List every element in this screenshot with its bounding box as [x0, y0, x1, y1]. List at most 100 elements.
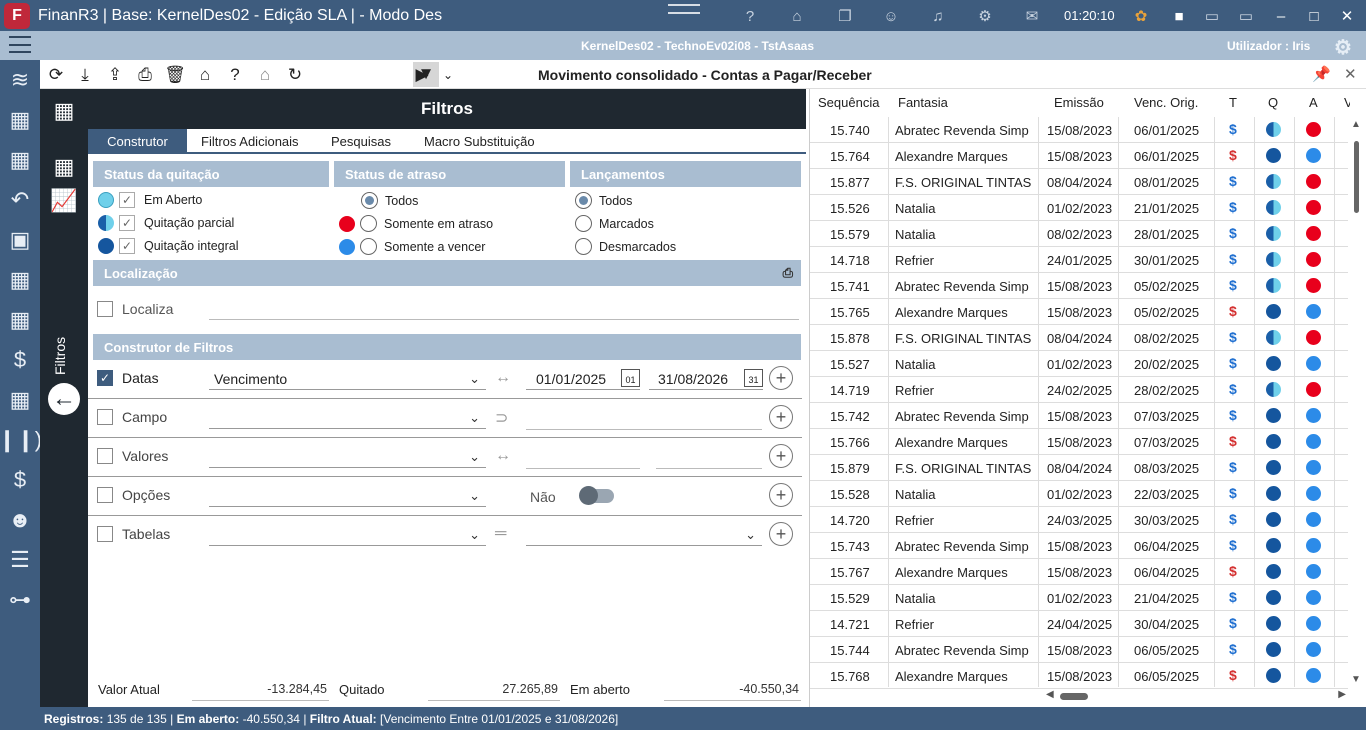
table-row[interactable]: 15.744 Abratec Revenda Simp 15/08/2023 06/0… — [810, 637, 1348, 663]
bank-icon[interactable]: ⌂ — [253, 63, 277, 87]
scroll-down-icon[interactable]: ▼ — [1351, 674, 1361, 685]
tab-construtor[interactable]: Construtor — [88, 129, 187, 154]
hamburger-menu-icon[interactable] — [9, 36, 31, 53]
calculator-filter-icon[interactable]: ▦ — [4, 384, 36, 416]
print-icon[interactable]: ⎙ — [133, 63, 157, 87]
table-row[interactable]: 14.719 Refrier 24/02/2025 28/02/2025 $ — [810, 377, 1348, 403]
table-row[interactable]: 15.528 Natalia 01/02/2023 22/03/2025 $ — [810, 481, 1348, 507]
calculator-filter-icon[interactable]: ▦ — [48, 95, 80, 127]
date-from-field[interactable]: 01/01/2025 01 — [526, 368, 640, 390]
col-q[interactable]: Q — [1268, 95, 1278, 110]
save-up-icon[interactable]: ▣ — [4, 224, 36, 256]
people-icon[interactable]: ☻ — [4, 504, 36, 536]
opcoes-toggle[interactable] — [579, 486, 614, 505]
layers-add-icon[interactable]: ≋ — [4, 64, 36, 96]
campo-checkbox[interactable] — [97, 409, 113, 425]
tab-pesquisas[interactable]: Pesquisas — [319, 129, 403, 154]
scroll-left-icon[interactable]: ◀ — [1046, 689, 1054, 700]
localiza-input[interactable] — [209, 319, 799, 320]
calculator-filter-remove-icon[interactable]: ▦ — [4, 304, 36, 336]
col-fantasia[interactable]: Fantasia — [898, 95, 948, 110]
table-row[interactable]: 15.879 F.S. ORIGINAL TINTAS 08/04/2024 08/0… — [810, 455, 1348, 481]
chart-icon[interactable]: 📈 — [48, 185, 80, 217]
table-row[interactable]: 15.765 Alexandre Marques 15/08/2023 05/02/2… — [810, 299, 1348, 325]
vertical-scroll-thumb[interactable] — [1354, 141, 1359, 213]
valor-to-input[interactable] — [656, 468, 762, 469]
col-sequencia[interactable]: Sequência — [818, 95, 879, 110]
table-row[interactable]: 15.768 Alexandre Marques 15/08/2023 06/05/2… — [810, 663, 1348, 689]
vertical-scrollbar[interactable]: ▲ ▼ — [1350, 119, 1362, 685]
horizontal-scroll-thumb[interactable] — [1060, 693, 1088, 700]
bank-icon[interactable]: ⌂ — [786, 5, 808, 27]
datas-combo[interactable]: Vencimento ⌄ — [209, 368, 486, 390]
scroll-up-icon[interactable]: ▲ — [1351, 119, 1361, 130]
col-venc-orig[interactable]: Venc. Orig. — [1134, 95, 1198, 110]
table-row[interactable]: 15.742 Abratec Revenda Simp 15/08/2023 07/0… — [810, 403, 1348, 429]
col-emissao[interactable]: Emissão — [1054, 95, 1104, 110]
scroll-right-icon[interactable]: ▶ — [1338, 689, 1346, 700]
localiza-checkbox[interactable] — [97, 301, 113, 317]
horizontal-scrollbar[interactable]: ◀ ▶ — [1046, 689, 1346, 703]
em-aberto-checkbox[interactable]: ✓ — [119, 192, 135, 208]
tabelas-row[interactable]: Tabelas — [97, 526, 170, 542]
option-quitacao-parcial[interactable]: ✓ Quitação parcial — [98, 215, 234, 231]
gear-icon[interactable]: ⚙ — [974, 5, 996, 27]
datas-row[interactable]: ✓ Datas — [97, 370, 159, 386]
option-em-aberto[interactable]: ✓ Em Aberto — [98, 192, 202, 208]
opcoes-combo[interactable]: ⌄ — [209, 485, 486, 507]
calculator-remove-icon[interactable]: ▦ — [4, 144, 36, 176]
tablet-icon[interactable]: ▭ — [1201, 5, 1223, 27]
download-icon[interactable]: ⤓ — [73, 63, 97, 87]
em-atraso-radio[interactable] — [360, 215, 377, 232]
table-row[interactable]: 15.764 Alexandre Marques 15/08/2023 06/01/2… — [810, 143, 1348, 169]
option-somente-em-atraso[interactable]: Somente em atraso — [339, 215, 493, 232]
drag-handle-icon[interactable] — [668, 4, 700, 14]
campo-row[interactable]: Campo — [97, 409, 167, 425]
table-row[interactable]: 15.741 Abratec Revenda Simp 15/08/2023 05/0… — [810, 273, 1348, 299]
tab-macro-substituicao[interactable]: Macro Substituição — [412, 129, 547, 154]
undo-icon[interactable]: ↶ — [4, 184, 36, 216]
user-settings-icon[interactable]: ⚙ — [1334, 35, 1352, 60]
tab-filtros-adicionais[interactable]: Filtros Adicionais — [189, 129, 311, 154]
calendar-icon[interactable]: 31 — [744, 369, 763, 387]
valores-row[interactable]: Valores — [97, 448, 168, 464]
option-lanc-todos[interactable]: Todos — [575, 192, 632, 209]
user-icon[interactable]: ☺ — [880, 5, 902, 27]
table-row[interactable]: 15.740 Abratec Revenda Simp 15/08/2023 06/0… — [810, 117, 1348, 143]
col-t[interactable]: T — [1229, 95, 1237, 110]
opcoes-checkbox[interactable] — [97, 487, 113, 503]
monitor-icon[interactable]: ▭ — [1235, 5, 1257, 27]
valor-from-input[interactable] — [526, 468, 640, 469]
option-quitacao-integral[interactable]: ✓ Quitação integral — [98, 238, 239, 254]
chat-icon[interactable]: ✉ — [1021, 5, 1043, 27]
camera-icon[interactable]: ■ — [1168, 5, 1190, 27]
bell-icon[interactable]: ♫ — [927, 5, 949, 27]
quitacao-integral-checkbox[interactable]: ✓ — [119, 238, 135, 254]
tabelas-value-combo[interactable]: ⌄ — [526, 524, 762, 546]
option-desmarcados[interactable]: Desmarcados — [575, 238, 676, 255]
close-window-icon[interactable]: ✕ — [1336, 5, 1358, 27]
signal-icon[interactable]: ❙❙) — [0, 424, 42, 456]
table-row[interactable]: 15.767 Alexandre Marques 15/08/2023 06/04/2… — [810, 559, 1348, 585]
pin-icon[interactable]: 📌 — [1312, 65, 1331, 83]
table-row[interactable]: 15.743 Abratec Revenda Simp 15/08/2023 06/0… — [810, 533, 1348, 559]
desmarcados-radio[interactable] — [575, 238, 592, 255]
dollar-filter-icon[interactable]: $ — [4, 464, 36, 496]
quitacao-parcial-checkbox[interactable]: ✓ — [119, 215, 135, 231]
atraso-todos-radio[interactable] — [361, 192, 378, 209]
date-to-field[interactable]: 31/08/2026 31 — [649, 368, 763, 390]
tabelas-checkbox[interactable] — [97, 526, 113, 542]
add-campo-button[interactable]: + — [769, 405, 793, 429]
tabelas-combo[interactable]: ⌄ — [209, 524, 486, 546]
table-row[interactable]: 15.877 F.S. ORIGINAL TINTAS 08/04/2024 08/0… — [810, 169, 1348, 195]
close-tab-icon[interactable]: ✕ — [1344, 65, 1357, 83]
dollar-filter-add-icon[interactable]: $ — [4, 344, 36, 376]
campo-combo[interactable]: ⌄ — [209, 407, 486, 429]
a-vencer-radio[interactable] — [360, 238, 377, 255]
minimize-icon[interactable]: – — [1270, 5, 1292, 27]
table-row[interactable]: 14.721 Refrier 24/04/2025 30/04/2025 $ — [810, 611, 1348, 637]
play-dropdown-icon[interactable]: ⌄ — [436, 63, 460, 87]
tree-check-icon[interactable]: ⊶ — [4, 584, 36, 616]
table-row[interactable]: 15.526 Natalia 01/02/2023 21/01/2025 $ — [810, 195, 1348, 221]
back-arrow-icon[interactable]: ← — [48, 383, 80, 415]
